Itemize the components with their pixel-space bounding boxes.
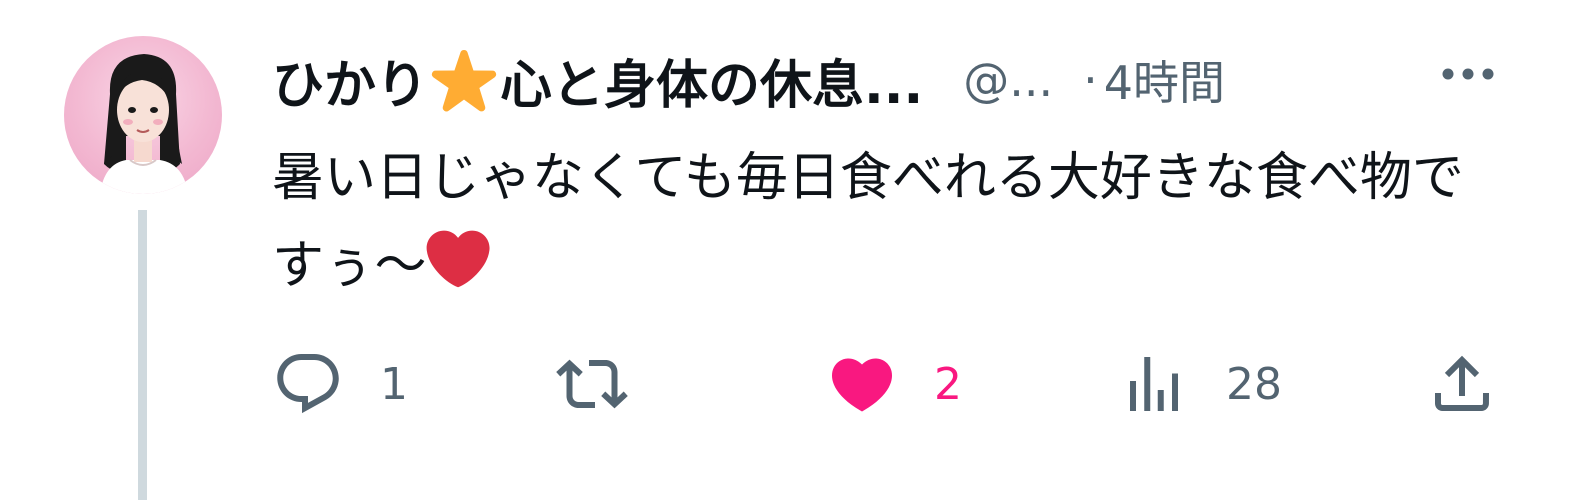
separator-dot: ·: [1083, 53, 1098, 107]
display-name[interactable]: ひかり 心と身体の休息...: [272, 43, 923, 118]
avatar[interactable]: [64, 36, 222, 194]
more-icon: [1442, 68, 1494, 80]
display-name-part1: ひかり: [272, 55, 429, 116]
more-options-button[interactable]: [1430, 48, 1506, 100]
red-heart-emoji-icon: [427, 230, 491, 288]
views-icon: [1130, 357, 1178, 411]
star-emoji-icon: [431, 49, 497, 112]
tweet-text: 暑い日じゃなくても毎日食べれる大好きな食べ物ですぅ〜: [272, 134, 1512, 310]
user-handle[interactable]: @...: [963, 53, 1053, 107]
share-button[interactable]: [1426, 346, 1498, 422]
reply-icon: [277, 354, 339, 414]
tweet-actions: 1 2 28: [272, 346, 1512, 422]
views-button[interactable]: 28: [1118, 346, 1282, 422]
views-count: 28: [1226, 358, 1282, 410]
tweet[interactable]: ひかり 心と身体の休息... @... · 4時間 暑い日じゃなくても毎日食べれ…: [0, 0, 1576, 500]
thread-line: [138, 210, 147, 500]
share-icon: [1435, 355, 1489, 411]
like-button[interactable]: 2: [826, 346, 962, 422]
tweet-header: ひかり 心と身体の休息... @... · 4時間: [272, 40, 1512, 120]
timestamp[interactable]: 4時間: [1104, 47, 1225, 113]
retweet-icon: [556, 359, 628, 409]
display-name-part2: 心と身体の休息...: [500, 55, 924, 116]
reply-count: 1: [380, 358, 408, 410]
like-count: 2: [934, 358, 962, 410]
heart-icon: [831, 358, 893, 412]
reply-button[interactable]: 1: [272, 346, 408, 422]
retweet-button[interactable]: [556, 346, 664, 422]
